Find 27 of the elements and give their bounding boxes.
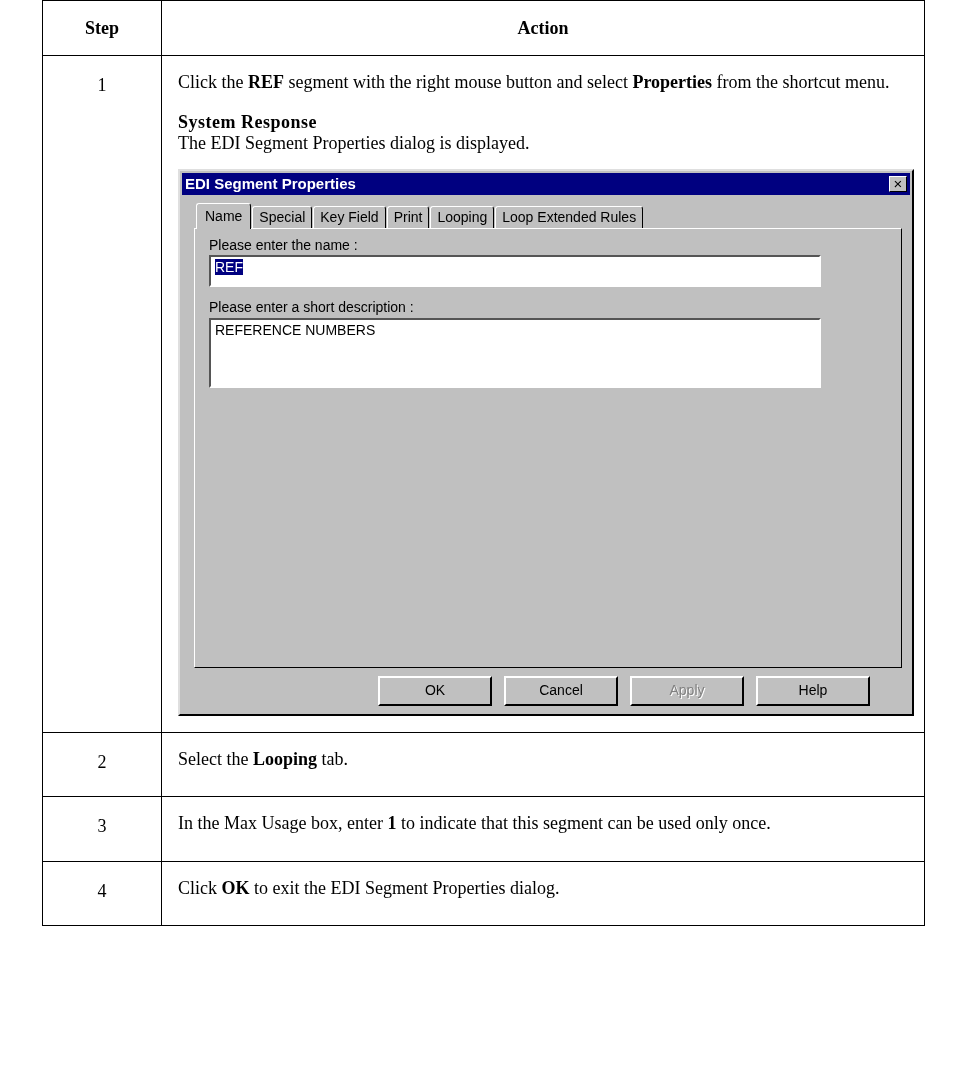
tab[interactable]: Special <box>252 205 313 228</box>
column-header: Action <box>161 0 925 56</box>
tab[interactable]: Loop Extended Rules <box>495 205 644 228</box>
dialog-button[interactable]: Help <box>756 675 870 706</box>
dialog-button[interactable]: OK <box>378 675 492 706</box>
tab[interactable]: Print <box>386 205 430 228</box>
dialog-button[interactable]: Cancel <box>504 675 618 706</box>
response-text: The EDI Segment Properties dialog is displayed. <box>178 133 531 155</box>
step-number: 2 <box>97 751 107 772</box>
tab[interactable]: Key Field <box>313 205 386 228</box>
step-number: 3 <box>97 816 107 837</box>
description-field[interactable]: REFERENCE NUMBERS <box>209 318 821 389</box>
name-field[interactable]: REF <box>209 255 821 288</box>
instruction-text: Click the REF segment with the right mouse button and select Properties from the shortcut menu. <box>178 72 891 94</box>
close-button[interactable]: × <box>889 175 907 192</box>
step-number: 4 <box>97 880 107 901</box>
window-title: EDI Segment Properties <box>185 174 356 193</box>
instruction-text: In the Max Usage box, enter 1 to indicate that this segment can be used only once. <box>178 813 772 835</box>
tab[interactable]: Name <box>196 202 252 229</box>
field-label: Please enter a short description : <box>209 299 415 317</box>
response-heading: System Response <box>178 111 318 134</box>
field-label: Please enter the name : <box>209 236 359 254</box>
column-header: Step <box>42 0 162 56</box>
instruction-text: Click OK to exit the EDI Segment Properties dialog. <box>178 877 561 900</box>
instruction-text: Select the Looping tab. <box>178 748 349 771</box>
step-number: 1 <box>97 75 107 95</box>
tab[interactable]: Looping <box>430 205 495 228</box>
